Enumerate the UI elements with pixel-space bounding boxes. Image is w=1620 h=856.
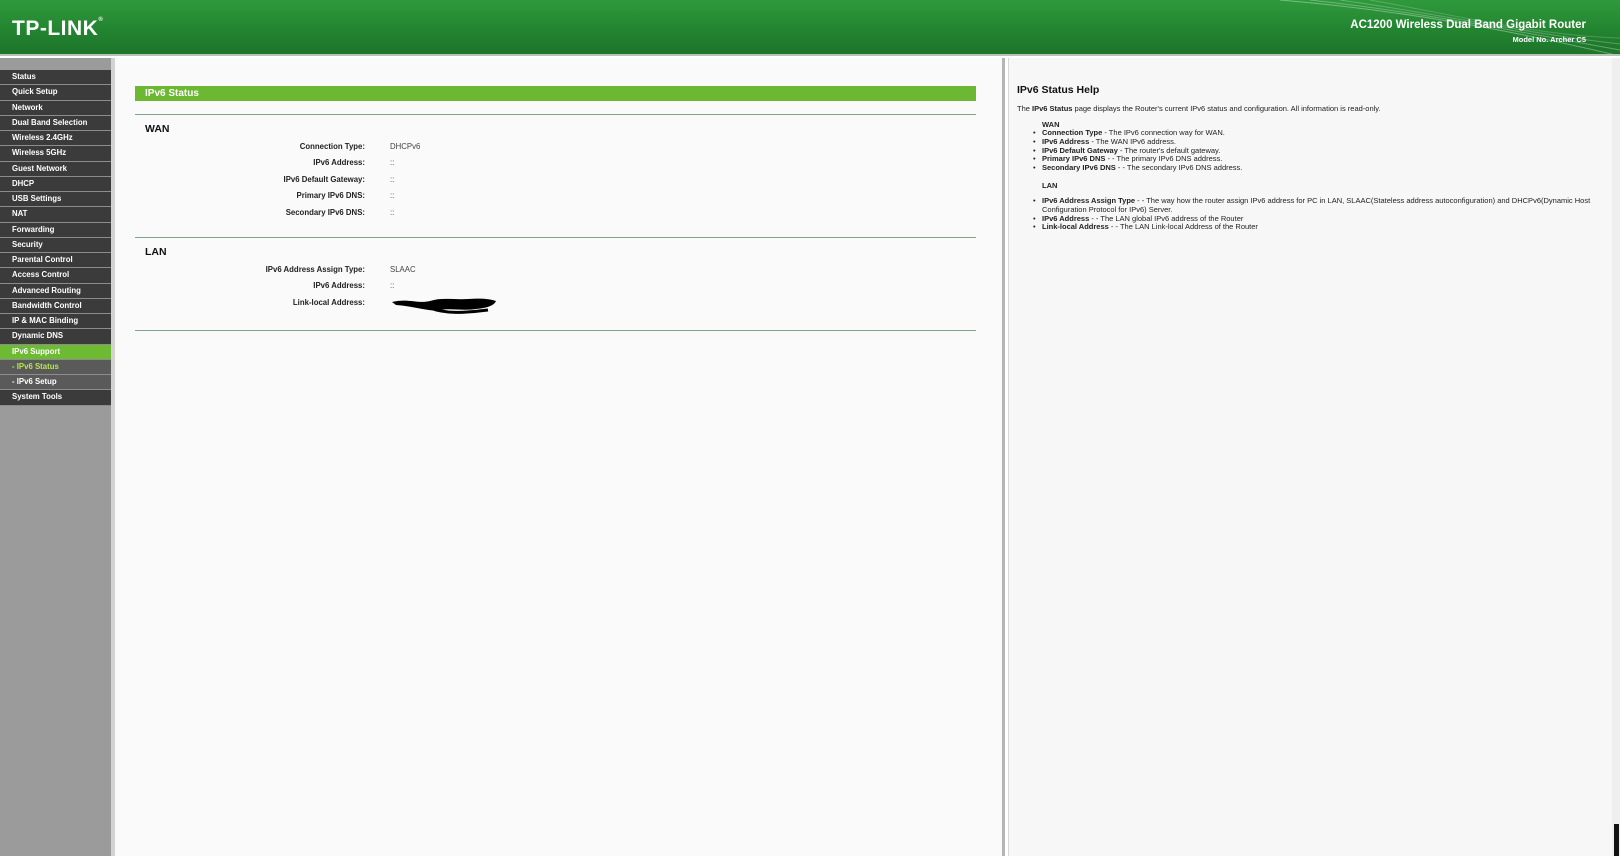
sidebar-item-ipv6-support[interactable]: IPv6 Support	[0, 344, 111, 360]
redaction-scribble	[392, 298, 496, 314]
field-label: IPv6 Address Assign Type:	[265, 265, 365, 274]
field-value: DHCPv6	[390, 142, 421, 151]
lan-link-local-row: Link-local Address:	[135, 298, 976, 314]
sidebar-item-status[interactable]: Status	[0, 70, 111, 86]
wan-primary-dns-row: Primary IPv6 DNS: ::	[135, 191, 976, 203]
wan-heading: WAN	[145, 123, 170, 135]
field-value: ::	[390, 175, 395, 184]
list-item: Secondary IPv6 DNS - - The secondary IPv…	[1033, 163, 1602, 173]
lan-ipv6-address-row: IPv6 Address: ::	[135, 281, 976, 293]
sidebar-item-wireless-5ghz[interactable]: Wireless 5GHz	[0, 146, 111, 162]
sidebar-item-parental-control[interactable]: Parental Control	[0, 253, 111, 269]
scrollbar-thumb[interactable]	[1614, 824, 1619, 856]
sidebar-nav: Status Quick Setup Network Dual Band Sel…	[0, 58, 115, 856]
wan-default-gateway-row: IPv6 Default Gateway: ::	[135, 175, 976, 187]
sidebar-item-system-tools[interactable]: System Tools	[0, 390, 111, 406]
help-intro: The IPv6 Status page displays the Router…	[1017, 104, 1381, 113]
list-item: Link-local Address - - The LAN Link-loca…	[1033, 222, 1602, 232]
sidebar-item-access-control[interactable]: Access Control	[0, 268, 111, 284]
help-lan-heading: LAN	[1042, 181, 1058, 190]
help-title: IPv6 Status Help	[1017, 84, 1100, 96]
main-content: IPv6 Status WAN Connection Type: DHCPv6 …	[115, 58, 1005, 856]
sidebar-item-nat[interactable]: NAT	[0, 207, 111, 223]
sidebar-item-dynamic-dns[interactable]: Dynamic DNS	[0, 329, 111, 345]
header-banner: TP-LINK® AC1200 Wireless Dual Band Gigab…	[0, 0, 1620, 56]
wan-section: WAN Connection Type: DHCPv6 IPv6 Address…	[135, 114, 976, 234]
model-number: Model No. Archer C5	[1512, 35, 1586, 44]
field-value: ::	[390, 281, 395, 290]
help-scrollbar[interactable]	[1612, 58, 1620, 856]
field-label: Link-local Address:	[292, 298, 365, 307]
sidebar-subitem-ipv6-setup[interactable]: - IPv6 Setup	[0, 375, 111, 391]
field-label: IPv6 Default Gateway:	[283, 175, 365, 184]
help-wan-list: Connection Type - The IPv6 connection wa…	[1033, 128, 1602, 173]
section-divider	[135, 330, 976, 331]
wan-ipv6-address-row: IPv6 Address: ::	[135, 158, 976, 170]
wan-secondary-dns-row: Secondary IPv6 DNS: ::	[135, 208, 976, 220]
field-label: IPv6 Address:	[313, 281, 365, 290]
sidebar-item-forwarding[interactable]: Forwarding	[0, 222, 111, 238]
field-label: Connection Type:	[299, 142, 365, 151]
wan-connection-type-row: Connection Type: DHCPv6	[135, 142, 976, 154]
lan-heading: LAN	[145, 246, 167, 258]
field-label: Secondary IPv6 DNS:	[285, 208, 365, 217]
field-value: ::	[390, 158, 395, 167]
sidebar-subitem-ipv6-status[interactable]: - IPv6 Status	[0, 359, 111, 375]
sidebar-item-dhcp[interactable]: DHCP	[0, 176, 111, 192]
sidebar-item-ip-mac-binding[interactable]: IP & MAC Binding	[0, 314, 111, 330]
lan-section: LAN IPv6 Address Assign Type: SLAAC IPv6…	[135, 237, 976, 327]
sidebar-item-wireless-2-4ghz[interactable]: Wireless 2.4GHz	[0, 131, 111, 147]
tp-link-logo: TP-LINK®	[12, 17, 104, 40]
field-value: SLAAC	[390, 265, 416, 274]
help-panel: IPv6 Status Help The IPv6 Status page di…	[1008, 58, 1612, 856]
sidebar-item-quick-setup[interactable]: Quick Setup	[0, 85, 111, 101]
sidebar-item-guest-network[interactable]: Guest Network	[0, 161, 111, 177]
field-value: ::	[390, 191, 395, 200]
field-label: Primary IPv6 DNS:	[296, 191, 365, 200]
sidebar-item-usb-settings[interactable]: USB Settings	[0, 192, 111, 208]
sidebar-item-advanced-routing[interactable]: Advanced Routing	[0, 283, 111, 299]
help-lan-list: IPv6 Address Assign Type - - The way how…	[1033, 196, 1602, 232]
sidebar-item-dual-band-selection[interactable]: Dual Band Selection	[0, 115, 111, 131]
list-item: IPv6 Address Assign Type - - The way how…	[1033, 196, 1602, 215]
field-value: ::	[390, 208, 395, 217]
field-label: IPv6 Address:	[313, 158, 365, 167]
product-name: AC1200 Wireless Dual Band Gigabit Router	[1350, 19, 1586, 31]
sidebar-item-security[interactable]: Security	[0, 237, 111, 253]
sidebar-item-network[interactable]: Network	[0, 100, 111, 116]
page-title: IPv6 Status	[135, 86, 976, 101]
sidebar-item-bandwidth-control[interactable]: Bandwidth Control	[0, 298, 111, 314]
lan-assign-type-row: IPv6 Address Assign Type: SLAAC	[135, 265, 976, 277]
